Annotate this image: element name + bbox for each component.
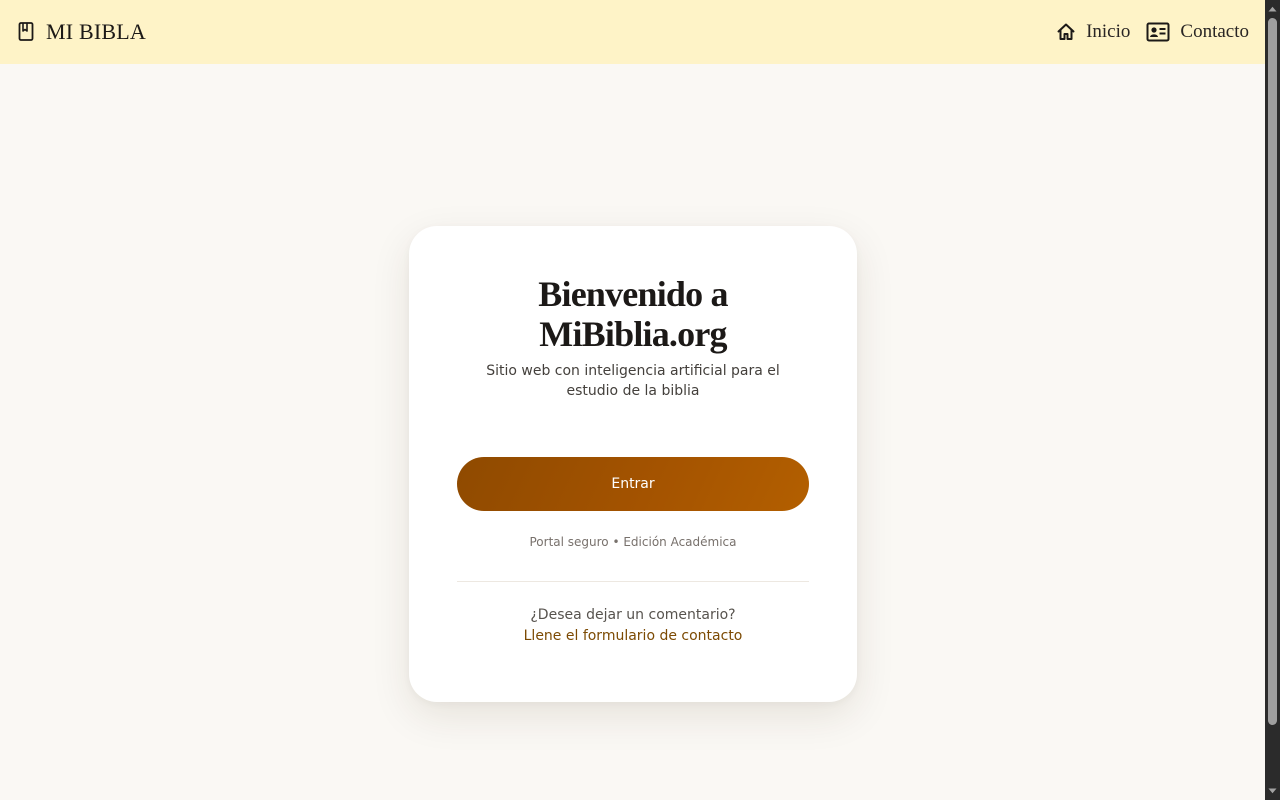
welcome-card: Bienvenido a MiBiblia.org Sitio web con … bbox=[409, 226, 857, 702]
nav-link-inicio[interactable]: Inicio bbox=[1056, 21, 1130, 43]
portal-note: Portal seguro • Edición Académica bbox=[529, 535, 737, 549]
nav-label-contacto: Contacto bbox=[1180, 21, 1249, 42]
main-nav: Inicio Contacto bbox=[1056, 21, 1249, 43]
vertical-scrollbar[interactable] bbox=[1265, 0, 1280, 800]
comment-question: ¿Desea dejar un comentario? bbox=[530, 607, 736, 623]
scroll-down-arrow-icon[interactable] bbox=[1265, 784, 1280, 798]
welcome-title: Bienvenido a MiBiblia.org bbox=[457, 274, 809, 354]
scroll-up-arrow-icon[interactable] bbox=[1265, 2, 1280, 16]
welcome-title-line1: Bienvenido a bbox=[538, 274, 728, 314]
welcome-title-line2: MiBiblia.org bbox=[539, 314, 727, 354]
welcome-subtitle: Sitio web con inteligencia artificial pa… bbox=[486, 363, 780, 399]
scrollbar-thumb[interactable] bbox=[1268, 18, 1277, 725]
nav-label-inicio: Inicio bbox=[1086, 21, 1131, 42]
home-icon bbox=[1056, 22, 1076, 42]
brand-name: MI BIBLA bbox=[46, 19, 146, 44]
brand[interactable]: MI BIBLA bbox=[18, 19, 146, 45]
divider bbox=[457, 581, 809, 582]
contact-card-icon bbox=[1146, 22, 1170, 42]
nav-link-contacto[interactable]: Contacto bbox=[1146, 21, 1249, 43]
enter-button[interactable]: Entrar bbox=[457, 457, 809, 511]
contact-form-link[interactable]: Llene el formulario de contacto bbox=[524, 628, 743, 644]
bookmark-book-icon bbox=[18, 22, 34, 42]
top-navbar: MI BIBLA Inicio Contacto bbox=[0, 0, 1265, 64]
